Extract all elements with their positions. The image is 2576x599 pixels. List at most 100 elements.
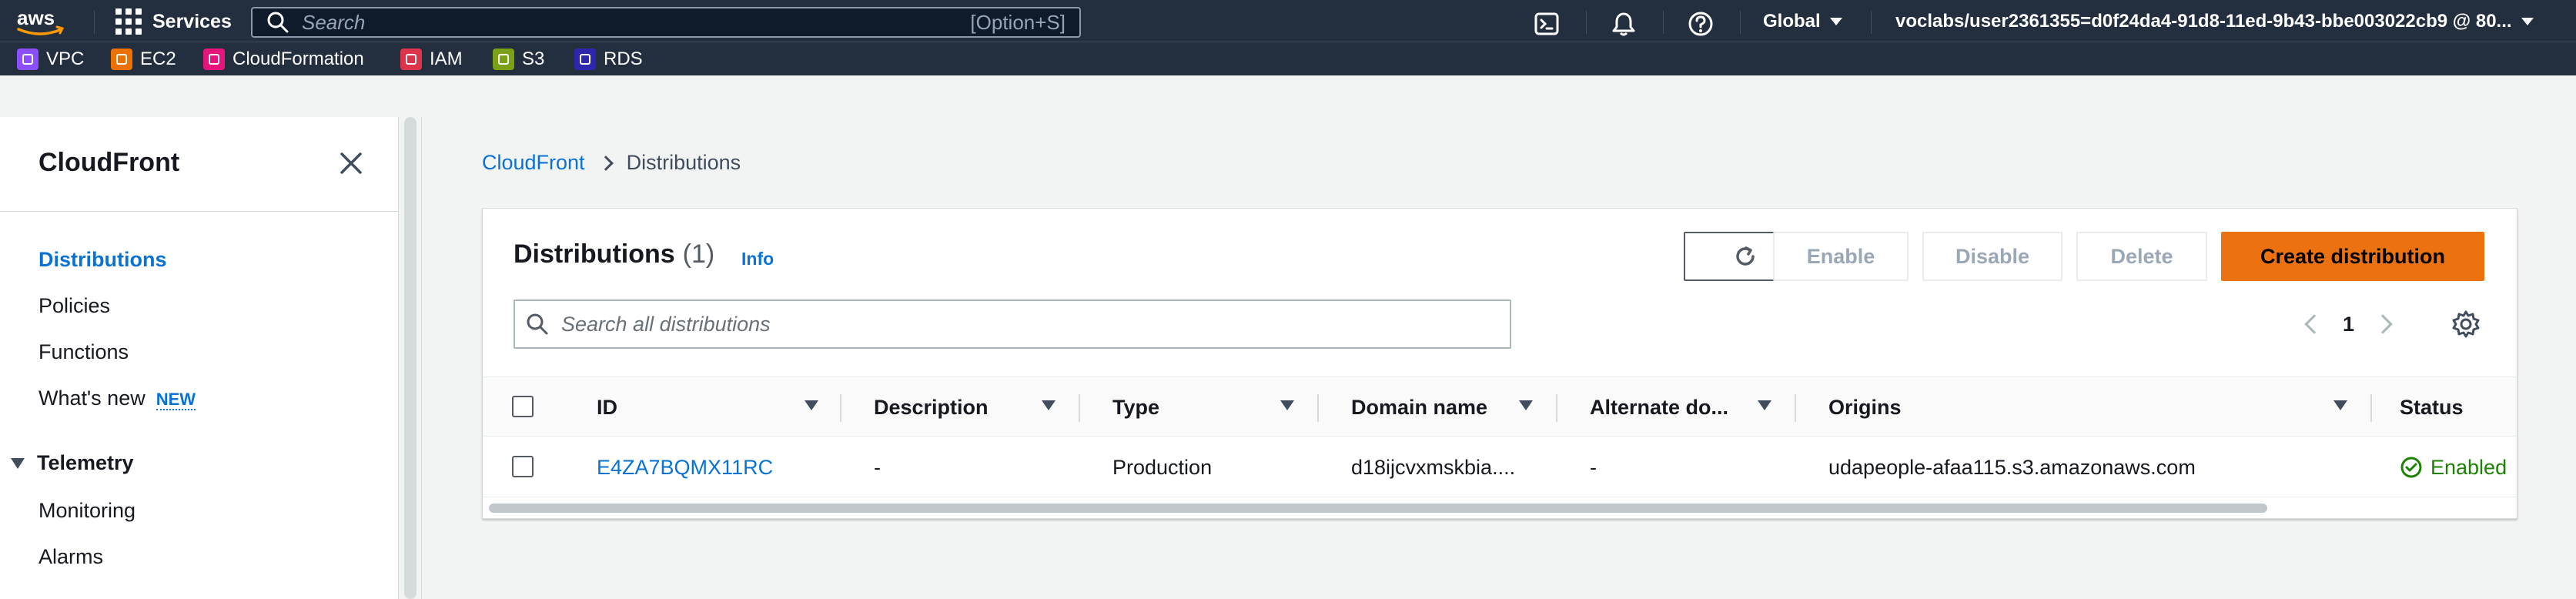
gear-icon[interactable] bbox=[2451, 309, 2481, 340]
column-resizer[interactable] bbox=[2370, 394, 2372, 422]
top-navigation: aws Services Search [Option+S] Global vo… bbox=[0, 0, 2576, 75]
scrollbar-thumb[interactable] bbox=[404, 117, 417, 599]
sidenav-divider bbox=[0, 211, 399, 212]
column-resizer[interactable] bbox=[840, 394, 841, 422]
notifications-icon[interactable] bbox=[1611, 11, 1637, 37]
sort-icon[interactable] bbox=[805, 400, 818, 410]
column-header-type[interactable]: Type bbox=[1112, 377, 1159, 437]
column-header-domain-name[interactable]: Domain name bbox=[1351, 377, 1487, 437]
favorite-label: IAM bbox=[430, 49, 463, 69]
favorite-cloudformation[interactable]: CloudFormation bbox=[203, 42, 364, 76]
page-title: Distributions (1) bbox=[514, 239, 714, 269]
favorite-s3[interactable]: S3 bbox=[493, 42, 544, 76]
select-all-checkbox[interactable] bbox=[512, 396, 534, 417]
caret-down-icon bbox=[2521, 18, 2534, 25]
status-badge: Enabled bbox=[2400, 437, 2507, 497]
distributions-search-input[interactable]: Search all distributions bbox=[514, 300, 1511, 349]
chevron-right-icon bbox=[597, 155, 614, 171]
sort-icon[interactable] bbox=[1042, 400, 1055, 410]
favorite-label: VPC bbox=[46, 49, 85, 69]
nav-divider bbox=[1586, 11, 1587, 34]
side-navigation: CloudFront Distributions Policies Functi… bbox=[0, 117, 399, 599]
search-icon bbox=[527, 313, 548, 335]
column-header-status[interactable]: Status bbox=[2400, 377, 2464, 437]
sidenav-title[interactable]: CloudFront bbox=[38, 148, 179, 178]
scrollbar-thumb[interactable] bbox=[489, 504, 2267, 513]
favorite-iam[interactable]: IAM bbox=[400, 42, 463, 76]
account-label: voclabs/user2361355=d0f24da4-91d8-11ed-9… bbox=[1895, 11, 2512, 32]
favorite-vpc[interactable]: VPC bbox=[17, 42, 84, 76]
column-header-origins[interactable]: Origins bbox=[1828, 377, 1902, 437]
distributions-table-container: Distributions (1) Info Enable Disable Del… bbox=[482, 208, 2517, 519]
cell-type: Production bbox=[1112, 455, 1213, 479]
sidebar-item-functions[interactable]: Functions bbox=[38, 340, 129, 364]
distribution-count: (1) bbox=[682, 239, 715, 269]
cell-alternate-domain: - bbox=[1590, 455, 1597, 479]
disable-button[interactable]: Disable bbox=[1922, 232, 2062, 281]
sidebar-item-policies[interactable]: Policies bbox=[38, 294, 110, 318]
favorite-label: RDS bbox=[604, 49, 643, 69]
favorites-bar: VPC EC2 CloudFormation IAM S3 RDS bbox=[0, 42, 2576, 75]
close-icon[interactable] bbox=[339, 151, 363, 176]
nav-divider bbox=[1871, 11, 1872, 34]
nav-divider bbox=[1740, 11, 1741, 34]
column-header-description[interactable]: Description bbox=[874, 377, 989, 437]
search-shortcut-hint: [Option+S] bbox=[970, 10, 1066, 34]
favorite-ec2[interactable]: EC2 bbox=[111, 42, 176, 76]
rds-service-icon bbox=[574, 49, 596, 70]
sidebar-item-distributions[interactable]: Distributions bbox=[38, 248, 167, 272]
breadcrumb: CloudFront Distributions bbox=[482, 151, 741, 175]
sort-icon[interactable] bbox=[1758, 400, 1771, 410]
favorite-label: S3 bbox=[522, 49, 545, 69]
delete-button[interactable]: Delete bbox=[2076, 232, 2207, 281]
page-number[interactable]: 1 bbox=[2343, 313, 2354, 336]
enable-button[interactable]: Enable bbox=[1773, 232, 1909, 281]
top-nav-main-row: aws Services Search [Option+S] Global vo… bbox=[0, 0, 2576, 42]
services-grid-icon bbox=[115, 8, 142, 35]
region-selector[interactable]: Global bbox=[1763, 11, 1842, 32]
aws-logo-icon[interactable]: aws bbox=[14, 6, 66, 37]
search-icon bbox=[267, 12, 289, 33]
table-horizontal-scrollbar[interactable] bbox=[483, 498, 2517, 518]
sort-icon[interactable] bbox=[2333, 400, 2347, 410]
column-header-alternate-domain[interactable]: Alternate do... bbox=[1590, 377, 1728, 437]
sidebar-item-whats-new[interactable]: What's new NEW bbox=[38, 387, 196, 410]
caret-down-icon bbox=[1829, 18, 1842, 25]
column-header-id[interactable]: ID bbox=[597, 377, 617, 437]
sidenav-scrollbar[interactable] bbox=[399, 117, 422, 599]
sidebar-item-alarms[interactable]: Alarms bbox=[38, 545, 103, 569]
account-menu[interactable]: voclabs/user2361355=d0f24da4-91d8-11ed-9… bbox=[1895, 11, 2559, 32]
global-search-input[interactable]: Search [Option+S] bbox=[251, 7, 1081, 38]
cloudshell-icon[interactable] bbox=[1534, 11, 1560, 37]
favorite-rds[interactable]: RDS bbox=[574, 42, 643, 76]
row-select-checkbox[interactable] bbox=[512, 456, 534, 477]
services-label: Services bbox=[152, 10, 232, 32]
column-resizer[interactable] bbox=[1317, 394, 1319, 422]
sidebar-item-monitoring[interactable]: Monitoring bbox=[38, 499, 135, 523]
distribution-id-link[interactable]: E4ZA7BQMX11RC bbox=[597, 437, 773, 497]
create-distribution-button[interactable]: Create distribution bbox=[2221, 232, 2484, 281]
ec2-service-icon bbox=[111, 49, 132, 70]
chevron-right-icon[interactable] bbox=[2373, 314, 2393, 334]
iam-service-icon bbox=[400, 49, 422, 70]
breadcrumb-current: Distributions bbox=[626, 151, 741, 174]
column-resizer[interactable] bbox=[1556, 394, 1557, 422]
cell-description: - bbox=[874, 455, 881, 479]
table-row[interactable]: E4ZA7BQMX11RC - Production d18ijcvxmskbi… bbox=[483, 437, 2517, 497]
sort-icon[interactable] bbox=[1280, 400, 1294, 410]
check-circle-icon bbox=[2400, 457, 2422, 478]
help-icon[interactable] bbox=[1688, 11, 1714, 37]
vpc-service-icon bbox=[17, 49, 38, 70]
breadcrumb-cloudfront-link[interactable]: CloudFront bbox=[482, 151, 585, 175]
chevron-left-icon[interactable] bbox=[2304, 314, 2324, 334]
sidebar-section-telemetry[interactable]: Telemetry bbox=[11, 451, 134, 475]
table-header: ID Description Type Domain name Alternat… bbox=[483, 376, 2517, 437]
section-label: Telemetry bbox=[37, 451, 134, 474]
info-link[interactable]: Info bbox=[741, 249, 774, 269]
services-menu-button[interactable]: Services bbox=[115, 8, 232, 35]
column-resizer[interactable] bbox=[1079, 394, 1080, 422]
refresh-icon bbox=[1736, 246, 1755, 266]
column-resizer[interactable] bbox=[1795, 394, 1796, 422]
sort-icon[interactable] bbox=[1519, 400, 1533, 410]
search-placeholder: Search all distributions bbox=[561, 312, 771, 336]
